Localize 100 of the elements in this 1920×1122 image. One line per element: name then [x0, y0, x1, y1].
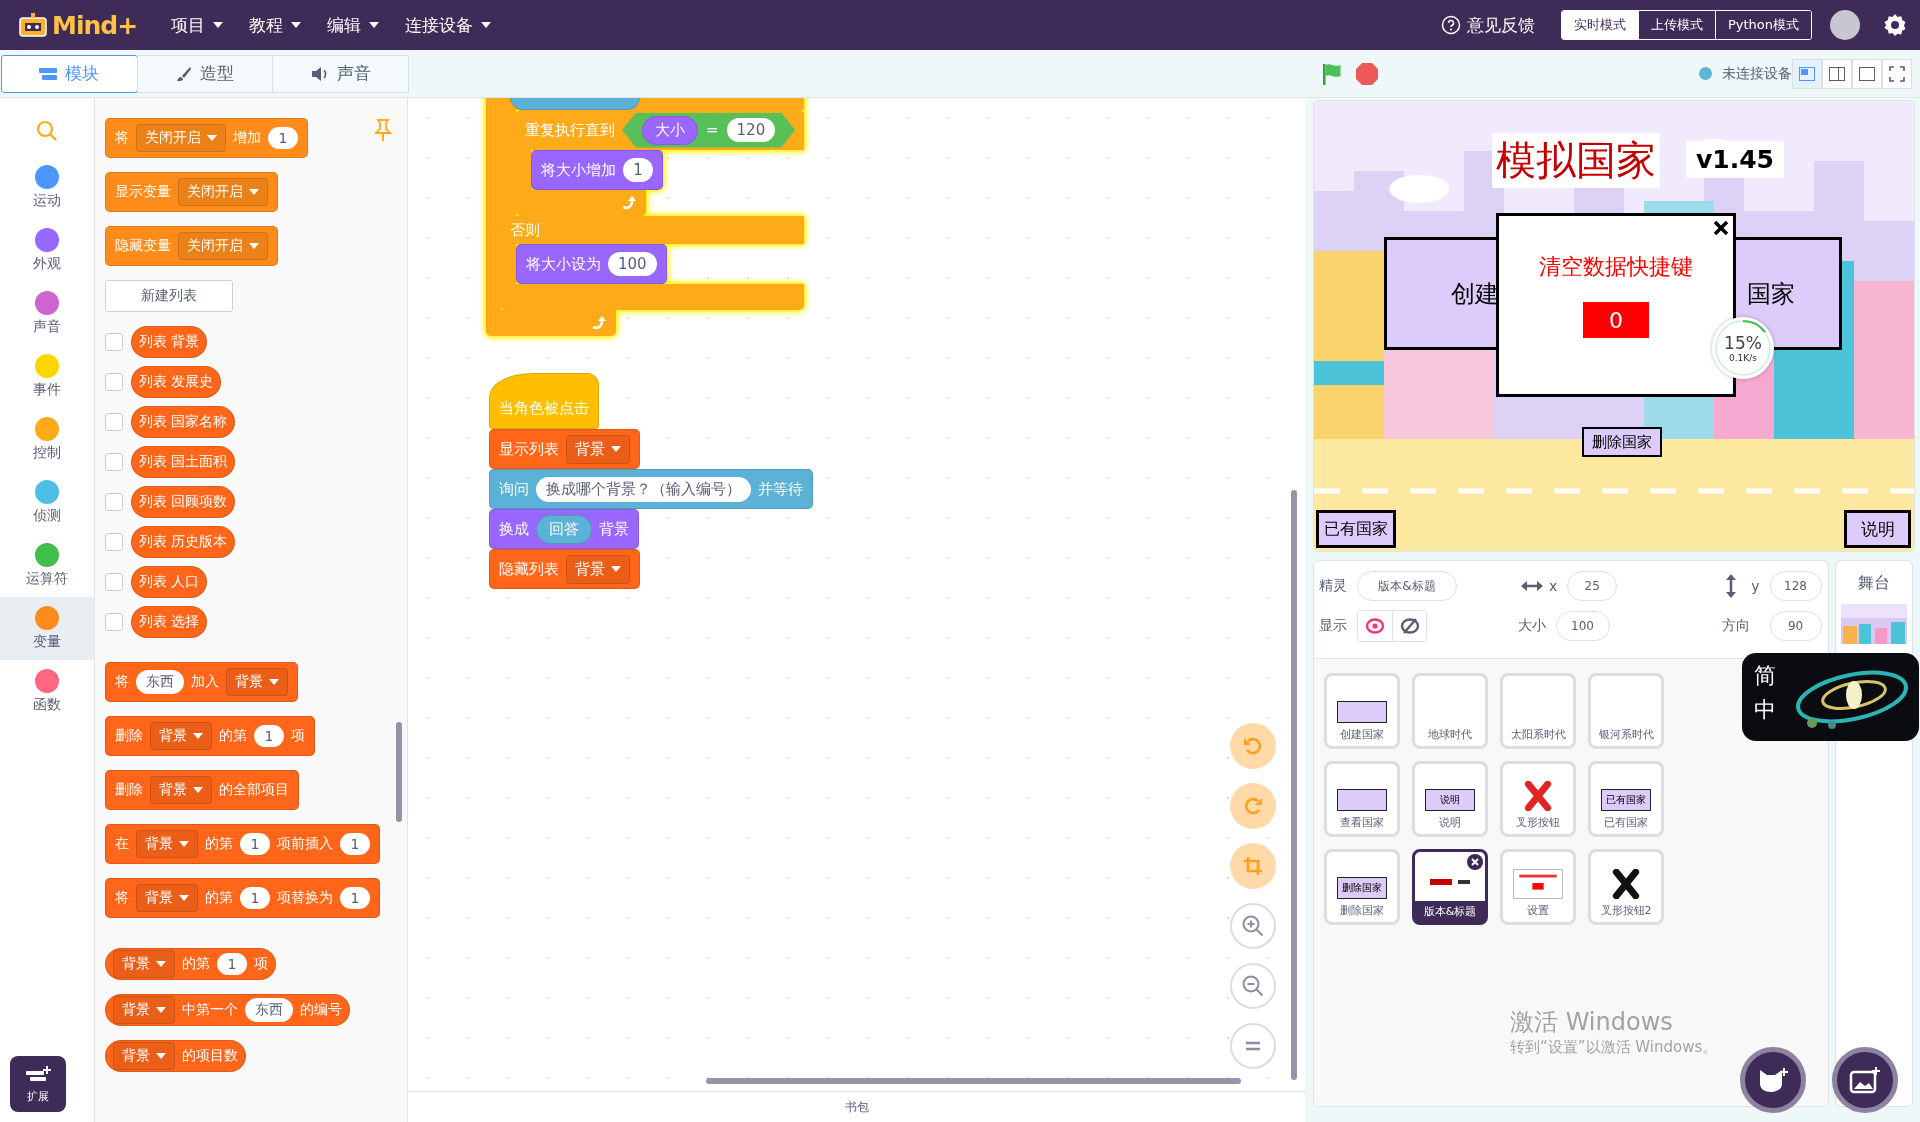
code-block[interactable]: 删除 背景 的第 1 项	[105, 716, 315, 756]
sprite-tile[interactable]: 银河系时代	[1588, 673, 1664, 749]
block-label: 隐藏变量	[115, 237, 171, 255]
category-item[interactable]: 运算符	[0, 534, 94, 597]
new-list-button[interactable]: 新建列表	[105, 280, 233, 312]
sprite-tile[interactable]: 查看国家	[1324, 761, 1400, 837]
c-block[interactable]: 重复执行直到 大小 = 120 将大小增加 1	[516, 110, 805, 216]
sprite-name: 银河系时代	[1598, 727, 1654, 742]
sprite-tile[interactable]: 太阳系时代	[1500, 673, 1576, 749]
extension-button[interactable]: 扩展	[10, 1056, 66, 1112]
text-input[interactable]: 东西	[245, 998, 293, 1022]
block-label: 换成	[499, 519, 529, 539]
stage-button[interactable]: 删除国家	[1582, 427, 1662, 457]
block-label: 项	[254, 955, 268, 973]
thumbnail-label: 删除国家	[1342, 881, 1382, 895]
block-label: 显示列表	[499, 439, 559, 459]
number-input[interactable]: 120	[726, 118, 776, 142]
category-item[interactable]: 函数	[0, 660, 94, 723]
code-block[interactable]: 将大小设为 100	[516, 244, 667, 284]
number-input[interactable]: 1	[240, 887, 270, 909]
number-input[interactable]: 1	[240, 833, 270, 855]
stage-title: 模拟国家	[1492, 133, 1660, 188]
text-input[interactable]: 东西	[136, 670, 184, 694]
block-label: 加入	[191, 673, 219, 691]
text-input[interactable]: 换成哪个背景？（输入编号）	[536, 476, 751, 502]
category-item[interactable]: 侦测	[0, 471, 94, 534]
code-block[interactable]: 将 关闭开启 增加 1	[105, 118, 308, 158]
category-item[interactable]: 变量	[0, 597, 94, 660]
block-label: 删除	[115, 727, 143, 745]
field-label: 显示	[1319, 617, 1347, 635]
number-input[interactable]: 1	[268, 127, 298, 149]
block-label: 的第	[182, 955, 210, 973]
code-block[interactable]: 将大小增加 1	[531, 150, 663, 190]
reporter-block[interactable]: 背景 的第 1 项	[105, 948, 276, 980]
sprite-name: 版本&标题	[1415, 901, 1485, 922]
c-block[interactable]: 重复执行直到 大小 = 120 将大小增加 1 否则 将大小设为 100	[501, 98, 805, 310]
block-label: 的全部项目	[219, 781, 289, 799]
editor-tab[interactable]: 声音	[272, 54, 409, 93]
reporter-block[interactable]: 大小	[642, 115, 698, 145]
menu-button[interactable]: 教程	[249, 13, 302, 37]
sprite-name: 说明	[1439, 815, 1461, 830]
editor-tab[interactable]: 造型	[136, 54, 274, 93]
block-label: 将	[115, 129, 129, 147]
block-label: 将	[115, 673, 129, 691]
value-display: 0	[1583, 302, 1649, 338]
feedback-button[interactable]: 意见反馈	[1434, 12, 1541, 38]
sprite-tile[interactable]: 版本&标题	[1412, 849, 1488, 925]
input-mode-label[interactable]: 简	[1754, 661, 1776, 691]
backpack-label[interactable]: 书包	[844, 1098, 869, 1116]
c-block[interactable]: 重复执行直到 大小 = 120 将大小增加 1 否则 将大小设为 100	[486, 98, 805, 336]
sprite-tile[interactable]: 创建国家	[1324, 673, 1400, 749]
code-block[interactable]: 将 背景 的第 1 项替换为 1	[105, 878, 380, 918]
c-block-top[interactable]: 重复执行直到 大小 = 120	[516, 110, 805, 150]
block-label: 显示变量	[115, 183, 171, 201]
reporter-block[interactable]: 背景 中第一个 东西 的编号	[105, 994, 350, 1026]
sprite-name: 太阳系时代	[1510, 727, 1566, 742]
sprite-name: 查看国家	[1340, 815, 1384, 830]
block-label: 将大小设为	[526, 254, 601, 274]
number-input[interactable]: 100	[608, 252, 657, 276]
category-item[interactable]: 运动	[0, 156, 94, 219]
number-input[interactable]: 1	[340, 833, 370, 855]
sprite-name: 删除国家	[1340, 903, 1384, 918]
field-label: 大小	[1517, 617, 1546, 635]
block-label: 隐藏列表	[499, 559, 559, 579]
mode-tab[interactable]: Python模式	[1714, 11, 1811, 39]
code-block[interactable]: 将 东西 加入 背景	[105, 662, 298, 702]
menu-button[interactable]: 连接设备	[405, 13, 492, 37]
stage-button[interactable]: 说明	[1844, 510, 1911, 548]
code-block[interactable]: 换成 回答 背景	[489, 509, 639, 549]
block-label: 的第	[205, 889, 233, 907]
stage-button[interactable]: 已有国家	[1316, 510, 1396, 548]
sprite-tile[interactable]: 叉形按钮2	[1588, 849, 1664, 925]
sprite-tile[interactable]: 叉形按钮	[1500, 761, 1576, 837]
menu-button[interactable]: 编辑	[327, 13, 380, 37]
category-item[interactable]: 外观	[0, 219, 94, 282]
sprite-tile[interactable]: 说明 说明	[1412, 761, 1488, 837]
category-item[interactable]: 控制	[0, 408, 94, 471]
code-block[interactable]: 在 背景 的第 1 项前插入 1	[105, 824, 380, 864]
category-item[interactable]: 事件	[0, 345, 94, 408]
sprite-tile[interactable]: 删除国家 删除国家	[1324, 849, 1400, 925]
category-item[interactable]: 声音	[0, 282, 94, 345]
sprite-tile[interactable]: 地球时代	[1412, 673, 1488, 749]
block-label: 重复执行直到	[525, 120, 615, 140]
sprite-tile[interactable]: 已有国家 已有国家	[1588, 761, 1664, 837]
menu-button[interactable]: 项目	[171, 13, 224, 37]
number-input[interactable]: 1	[623, 158, 653, 182]
number-input[interactable]: 1	[254, 725, 284, 747]
app-logo: Mind+	[52, 10, 138, 40]
block-label: 将大小增加	[541, 160, 616, 180]
number-input[interactable]: 1	[217, 953, 247, 975]
boolean-block[interactable]: 大小 = 120	[622, 112, 796, 148]
sprite-name: 叉形按钮	[1516, 815, 1560, 830]
number-input[interactable]: 1	[340, 887, 370, 909]
code-block[interactable]: 询问 换成哪个背景？（输入编号） 并等待	[489, 469, 813, 509]
sprite-name: 已有国家	[1604, 815, 1648, 830]
input-mode-label[interactable]: 中	[1754, 695, 1776, 725]
sprite-tile[interactable]: 设置	[1500, 849, 1576, 925]
mode-tab[interactable]: 实时模式	[1561, 11, 1638, 39]
block-label: 询问	[499, 479, 529, 499]
block-label: 删除	[115, 781, 143, 799]
